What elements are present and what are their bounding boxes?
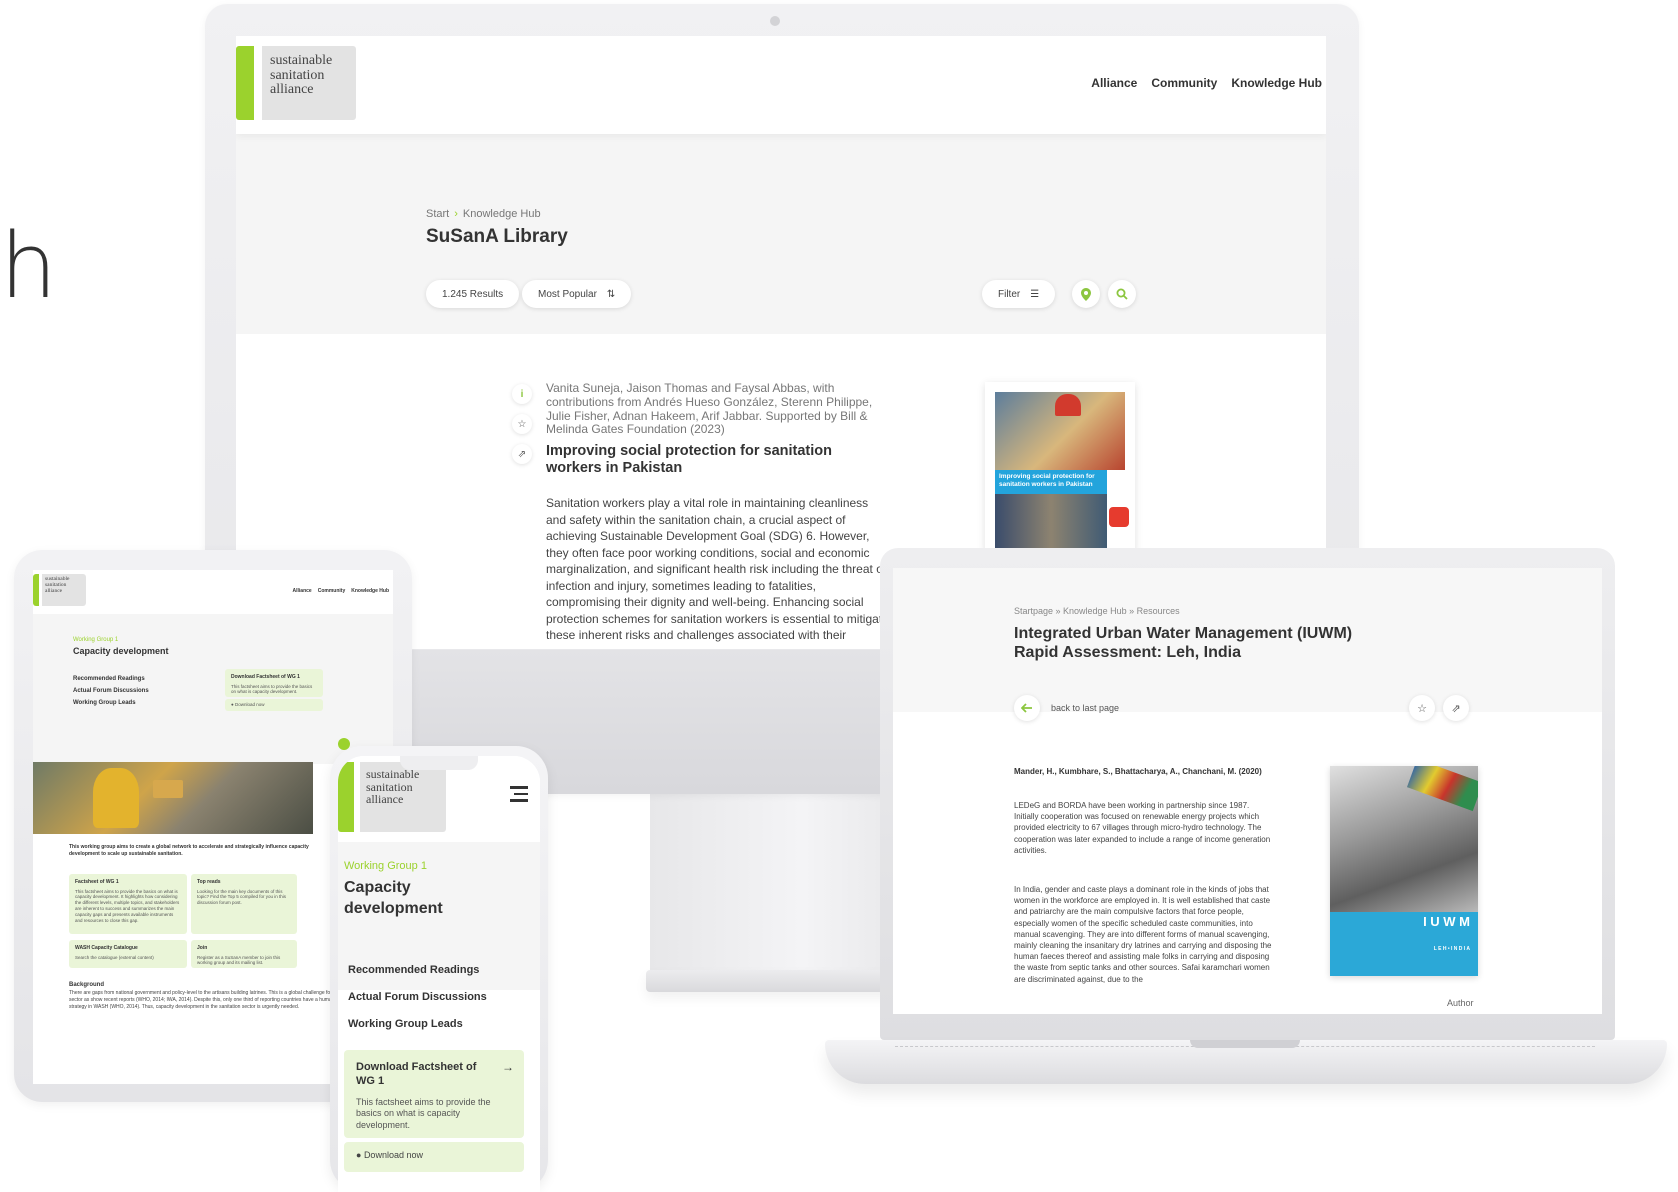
breadcrumb: Start › Knowledge Hub: [426, 208, 541, 220]
tablet-download-card[interactable]: Download Factsheet of WG 1 This factshee…: [225, 669, 323, 697]
laptop-cover-image[interactable]: I U W M L E H • I N D I A: [1330, 766, 1478, 976]
tablet-intro: This working group aims to create a glob…: [69, 844, 309, 857]
download-icon: ●: [356, 1150, 364, 1160]
phone-title: Capacity development: [344, 879, 443, 917]
tablet-background-text: There are gaps from national government …: [69, 990, 358, 1010]
result-cover-image[interactable]: Improving social protection for sanitati…: [985, 382, 1135, 552]
back-button[interactable]: [1014, 695, 1040, 721]
laptop-title: Integrated Urban Water Management (IUWM)…: [1014, 625, 1353, 662]
cropped-heading-letter: h: [0, 214, 58, 319]
share-button[interactable]: ⇗: [1443, 695, 1469, 721]
tablet-link-forum[interactable]: Actual Forum Discussions: [73, 688, 149, 694]
laptop-paragraph-2: In India, gender and caste plays a domin…: [1014, 885, 1272, 984]
tablet-card-top-reads[interactable]: Top reads Looking for the main key docume…: [191, 874, 297, 934]
sort-icon: ⇅: [606, 288, 616, 300]
star-icon: ☆: [1417, 702, 1427, 715]
phone-eyebrow: Working Group 1: [344, 860, 427, 872]
tablet-download-button[interactable]: ● Download now: [225, 699, 323, 711]
monitor-camera: [770, 16, 780, 26]
tablet-link-leads[interactable]: Working Group Leads: [73, 700, 136, 706]
map-pin-button[interactable]: [1072, 280, 1100, 308]
search-button[interactable]: [1108, 280, 1136, 308]
laptop-screen-resource-page: Startpage » Knowledge Hub » Resources In…: [893, 568, 1602, 1014]
filter-button[interactable]: Filter ☰: [982, 280, 1056, 308]
tablet-nav: Alliance Community Knowledge Hub: [292, 588, 389, 594]
tablet-logo[interactable]: sustainable sanitation alliance: [33, 574, 86, 606]
result-authors: Vanita Suneja, Jaison Thomas and Faysal …: [546, 381, 873, 437]
tablet-card-factsheet[interactable]: Factsheet of WG 1 This factsheet aims to …: [69, 874, 187, 934]
breadcrumb-start[interactable]: Start: [426, 208, 449, 220]
result-title[interactable]: Improving social protection for sanitati…: [546, 443, 891, 478]
result-abstract: Sanitation workers play a vital role in …: [546, 496, 889, 645]
share-icon[interactable]: ⇗: [512, 444, 532, 464]
helmet-shape: [1055, 394, 1081, 416]
arrow-left-icon: [1021, 703, 1032, 713]
laptop-cover-title: I U W M: [1423, 914, 1470, 929]
back-link[interactable]: back to last page: [1051, 703, 1119, 713]
device-mockup-stage: h sustainable sanitation alliance Allian…: [0, 0, 1678, 1192]
hamburger-menu-icon[interactable]: [510, 786, 530, 802]
phone-download-button[interactable]: ● Download now: [344, 1142, 524, 1172]
tablet-background-title: Background: [69, 982, 105, 988]
page-title: SuSanA Library: [426, 226, 568, 247]
sort-dropdown[interactable]: Most Popular ⇅: [522, 280, 632, 308]
author-label: Author: [1447, 998, 1474, 1008]
filter-icon: ☰: [1030, 288, 1040, 300]
tablet-eyebrow: Working Group 1: [73, 637, 119, 643]
phone-link-forum[interactable]: Actual Forum Discussions: [348, 991, 487, 1003]
phone-logo[interactable]: sustainable sanitation alliance: [338, 762, 446, 832]
site-logo[interactable]: sustainable sanitation alliance: [236, 46, 356, 120]
laptop-breadcrumb: Startpage » Knowledge Hub » Resources: [1014, 606, 1180, 616]
map-pin-icon: [1081, 287, 1091, 301]
phone-notch: [400, 756, 478, 770]
tablet-title: Capacity development: [73, 646, 169, 656]
tablet-hero-photo: [33, 762, 313, 834]
cover-caption: Improving social protection for sanitati…: [995, 470, 1107, 494]
tablet-scroll-indicator: [338, 738, 350, 750]
phone-link-leads[interactable]: Working Group Leads: [348, 1018, 463, 1030]
laptop-authors: Mander, H., Kumbhare, S., Bhattacharya, …: [1014, 767, 1262, 776]
share-icon: ⇗: [1451, 702, 1461, 715]
laptop-cover-subtitle: L E H • I N D I A: [1433, 946, 1470, 952]
breadcrumb-separator-icon: ›: [454, 208, 458, 220]
laptop-notch: [1190, 1040, 1300, 1048]
site-header: sustainable sanitation alliance Alliance…: [236, 36, 1326, 134]
phone-download-card[interactable]: Download Factsheet of WG 1 → This factsh…: [344, 1050, 524, 1138]
phone-screen-working-group: sustainable sanitation alliance Working …: [338, 756, 540, 1192]
arrow-right-icon: →: [502, 1060, 514, 1074]
tablet-card-catalogue[interactable]: WASH Capacity Catalogue Search the catalo…: [69, 940, 187, 968]
nav-alliance[interactable]: Alliance: [1091, 76, 1137, 90]
breadcrumb-knowledge-hub[interactable]: Knowledge Hub: [463, 208, 541, 220]
search-icon: [1116, 288, 1128, 300]
tablet-card-join[interactable]: Join Register as a SuSanA member to join …: [191, 940, 297, 968]
results-count-pill: 1.245 Results: [426, 280, 520, 308]
main-nav: Alliance Community Knowledge Hub: [1091, 76, 1322, 90]
favorite-button[interactable]: ☆: [1409, 695, 1435, 721]
star-icon[interactable]: ☆: [512, 414, 532, 434]
nav-knowledge-hub[interactable]: Knowledge Hub: [1231, 76, 1322, 90]
laptop-paragraph-1: LEDeG and BORDA have been working in par…: [1014, 801, 1271, 855]
tablet-link-recommended[interactable]: Recommended Readings: [73, 676, 145, 682]
nav-community[interactable]: Community: [1151, 76, 1217, 90]
phone-link-recommended[interactable]: Recommended Readings: [348, 964, 479, 976]
info-icon[interactable]: i: [512, 384, 532, 404]
